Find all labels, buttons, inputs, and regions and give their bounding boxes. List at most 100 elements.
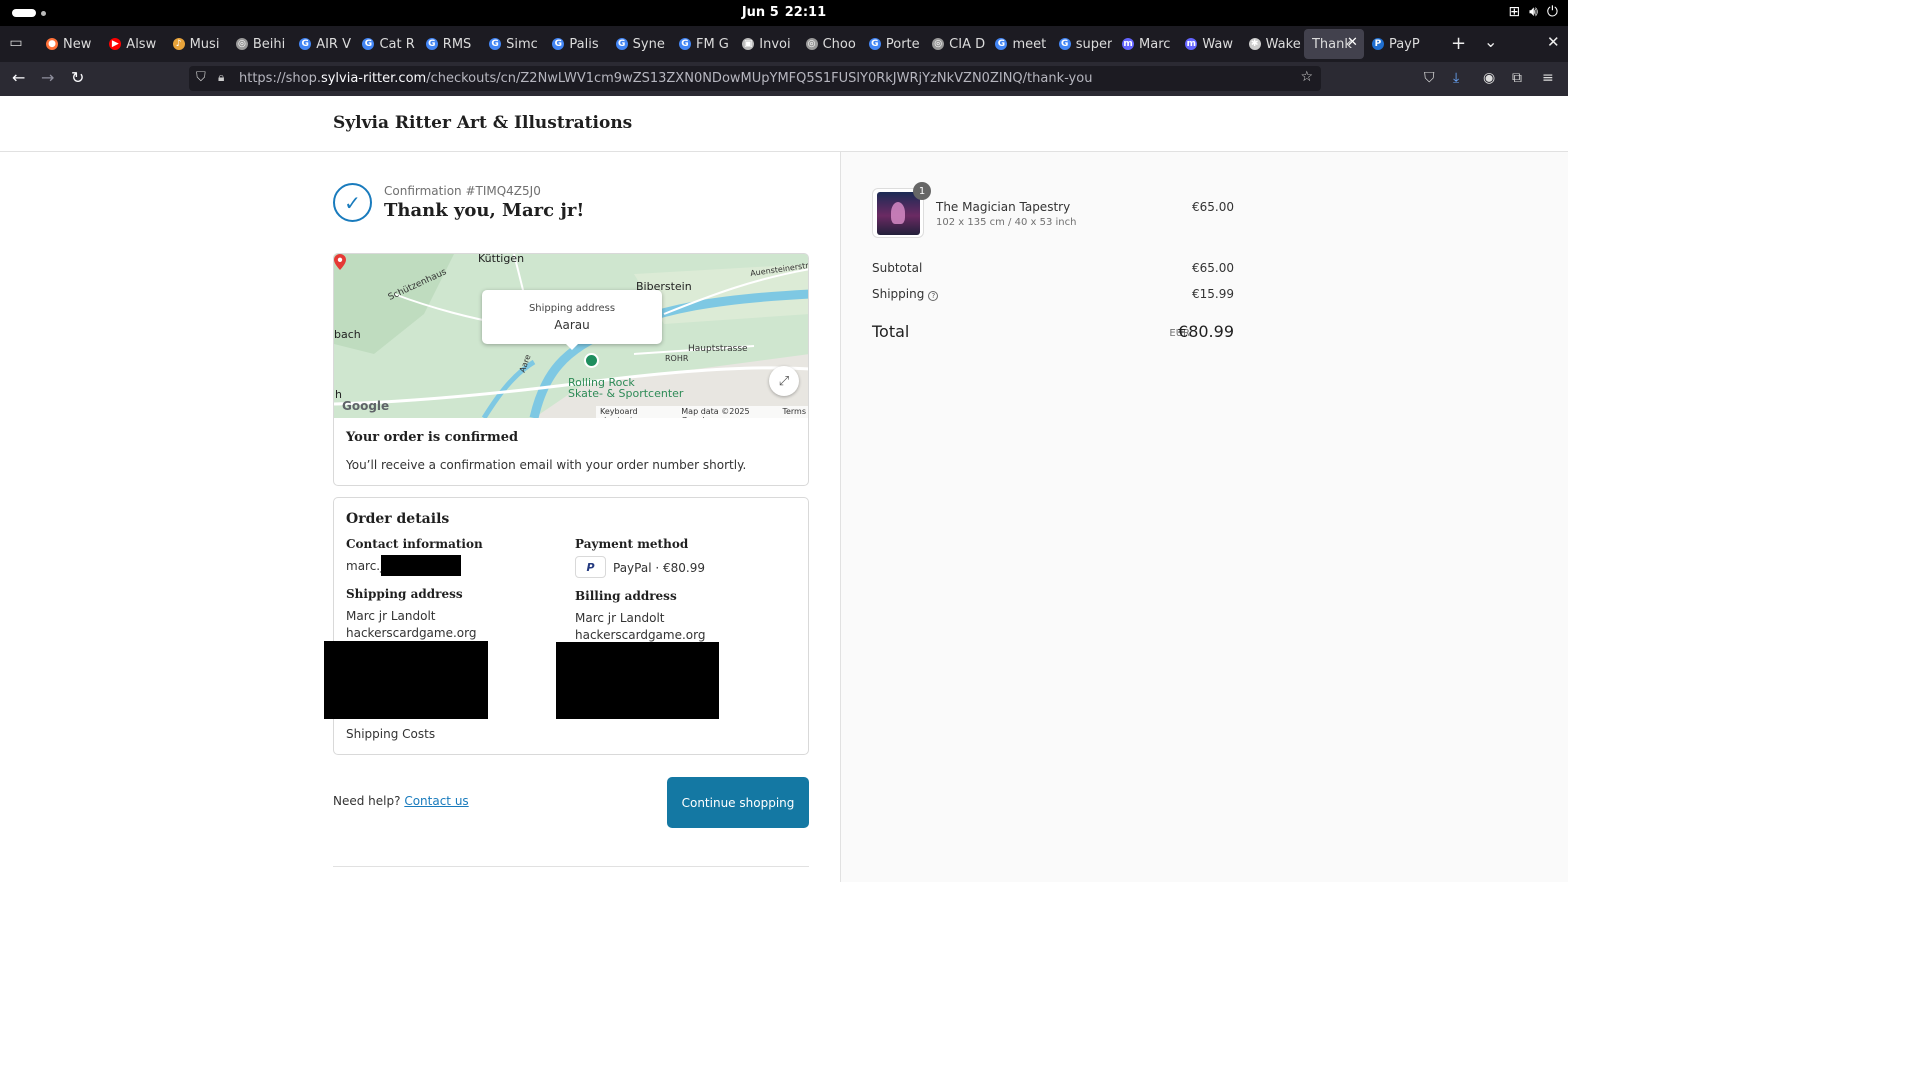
- shop-name[interactable]: Sylvia Ritter Art & Illustrations: [333, 113, 632, 133]
- google-icon: G: [995, 38, 1008, 50]
- mastodon-icon: m: [1185, 38, 1198, 50]
- need-help-label: Need help?: [333, 794, 401, 808]
- url-bar[interactable]: ⛉ 🔒︎ https://shop.sylvia-ritter.com/chec…: [189, 66, 1321, 91]
- keyboard-shortcuts-link[interactable]: Keyboard shortcuts: [600, 407, 671, 418]
- browser-tab[interactable]: G Simc: [481, 29, 544, 59]
- google-icon: G: [1058, 38, 1071, 50]
- continue-shopping-button[interactable]: Continue shopping: [667, 777, 809, 828]
- checkmark-icon: ✓: [333, 183, 372, 222]
- tab-label: FM G: [695, 36, 729, 52]
- redaction-block: [324, 641, 488, 719]
- billing-name: Marc jr Landolt: [575, 611, 665, 625]
- tab-overview-icon[interactable]: ▭: [6, 35, 26, 53]
- browser-tab[interactable]: ▣ Invoi: [734, 29, 797, 59]
- paypal-icon: P: [1371, 38, 1384, 50]
- popup-title: Shipping address: [528, 303, 616, 314]
- clock[interactable]: Jun 5 22:11: [0, 5, 1568, 20]
- map-label-bach: bach: [334, 328, 361, 341]
- browser-tab[interactable]: m Waw: [1177, 29, 1240, 59]
- google-icon: G: [489, 38, 502, 50]
- tab-label: New: [63, 36, 92, 52]
- browser-tab[interactable]: ● New: [38, 29, 101, 59]
- shipping-map[interactable]: Küttigen Biberstein Auensteinerstr Schüt…: [334, 254, 808, 418]
- browser-tab[interactable]: G Palis: [544, 29, 607, 59]
- tab-label: meet: [1012, 36, 1047, 52]
- tab-label: Marc: [1139, 36, 1171, 52]
- url-text[interactable]: https://shop.sylvia-ritter.com/checkouts…: [239, 71, 1092, 86]
- tab-strip: ▭ ● New ▶ Alsw ♪ Musi ◎ Beihi G AIR V G Cat R G RMS G S…: [0, 26, 1568, 62]
- browser-tab[interactable]: G Porte: [861, 29, 924, 59]
- fullscreen-icon[interactable]: ⤢: [769, 366, 799, 396]
- browser-tab[interactable]: ▶ Alsw: [101, 29, 164, 59]
- system-tray[interactable]: ⊞ 🔊︎ ⏻: [1508, 4, 1558, 20]
- browser-tab[interactable]: G FM G: [671, 29, 734, 59]
- url-domain: sylvia-ritter.com: [320, 71, 427, 86]
- tab-label: Porte: [885, 36, 920, 52]
- map-label-skate-center: Skate- & Sportcenter: [568, 387, 684, 400]
- google-logo: Google: [342, 399, 390, 413]
- contact-us-link[interactable]: Contact us: [404, 794, 468, 808]
- extensions-icon[interactable]: ⧉: [1512, 70, 1522, 86]
- date: Jun 5: [741, 5, 779, 20]
- new-tab-button[interactable]: +: [1451, 33, 1466, 54]
- browser-tab[interactable]: ◎ CIA D: [924, 29, 987, 59]
- network-icon: ⊞: [1508, 4, 1521, 20]
- browser-tab[interactable]: G AIR V: [291, 29, 354, 59]
- reload-icon[interactable]: ↻: [71, 68, 84, 87]
- lock-icon[interactable]: 🔒︎: [218, 70, 224, 85]
- help-circle-icon[interactable]: ?: [928, 291, 939, 301]
- contact-heading: Contact information: [346, 537, 483, 551]
- product-image: [877, 192, 920, 235]
- browser-tab[interactable]: ✱ Wake: [1241, 29, 1304, 59]
- google-icon: G: [615, 38, 628, 50]
- shipping-value: €15.99: [1192, 287, 1234, 301]
- gear-icon: ✱: [1248, 38, 1261, 50]
- forward-arrow-icon[interactable]: →: [41, 68, 54, 87]
- browser-tab[interactable]: Gmeet: [987, 29, 1050, 59]
- pocket-icon[interactable]: ⛉: [1424, 70, 1435, 86]
- bookmark-star-icon[interactable]: ☆: [1300, 69, 1313, 85]
- window-close-button[interactable]: ✕: [1547, 33, 1560, 51]
- browser-tab[interactable]: P PayP: [1364, 29, 1427, 59]
- subtotal-value: €65.00: [1192, 261, 1234, 275]
- account-icon[interactable]: ◉: [1483, 70, 1495, 86]
- tab-active[interactable]: Thank ✕: [1303, 29, 1364, 59]
- list-all-tabs-button[interactable]: ⌄: [1484, 32, 1497, 51]
- map-label-kuettigen: Küttigen: [478, 254, 525, 265]
- browser-tab[interactable]: Gsuper: [1051, 29, 1114, 59]
- time: 22:11: [784, 5, 827, 20]
- payment-value: PayPal · €80.99: [613, 561, 705, 575]
- tab-label: Alsw: [126, 36, 157, 52]
- place-marker-icon[interactable]: [584, 353, 599, 368]
- browser-tab[interactable]: ◎ Beihi: [228, 29, 291, 59]
- url-path: /checkouts/cn/Z2NwLWV1cm9wZS13ZXN0NDowMU…: [426, 71, 1093, 86]
- total-label: Total: [872, 322, 910, 341]
- tab-label: Thank: [1311, 36, 1352, 52]
- browser-tab[interactable]: G Syne: [608, 29, 671, 59]
- back-arrow-icon[interactable]: ←: [12, 68, 25, 87]
- music-icon: ♪: [172, 38, 185, 50]
- product-variant: 102 x 135 cm / 40 x 53 inch: [936, 217, 1077, 228]
- shield-icon[interactable]: ⛉: [196, 70, 206, 85]
- google-icon: G: [299, 38, 312, 50]
- total-value: €80.99: [1178, 322, 1234, 341]
- menu-icon[interactable]: ≡: [1542, 70, 1554, 86]
- globe-icon: ◎: [805, 38, 818, 50]
- terms-link[interactable]: Terms: [782, 407, 806, 417]
- tab-label: super: [1075, 36, 1113, 52]
- tab-list: ● New ▶ Alsw ♪ Musi ◎ Beihi G AIR V G Cat R G RMS G Sim…: [38, 29, 1427, 59]
- close-icon[interactable]: ✕: [1347, 35, 1358, 50]
- url-prefix: https://shop.: [239, 71, 321, 86]
- order-confirmed-text: You’ll receive a confirmation email with…: [346, 458, 747, 472]
- browser-tab[interactable]: G RMS: [418, 29, 481, 59]
- downloads-icon[interactable]: ⤓: [1453, 70, 1459, 86]
- browser-tab[interactable]: ◎ Choo: [798, 29, 861, 59]
- power-icon: ⏻: [1546, 4, 1558, 20]
- browser-tab[interactable]: G Cat R: [354, 29, 417, 59]
- browser-tab[interactable]: m Marc: [1114, 29, 1177, 59]
- payment-heading: Payment method: [575, 537, 689, 551]
- location-pin-icon[interactable]: [334, 254, 346, 270]
- checkout-page: Sylvia Ritter Art & Illustrations ✓ Conf…: [0, 96, 1568, 882]
- order-confirmed-title: Your order is confirmed: [346, 430, 519, 445]
- browser-tab[interactable]: ♪ Musi: [165, 29, 228, 59]
